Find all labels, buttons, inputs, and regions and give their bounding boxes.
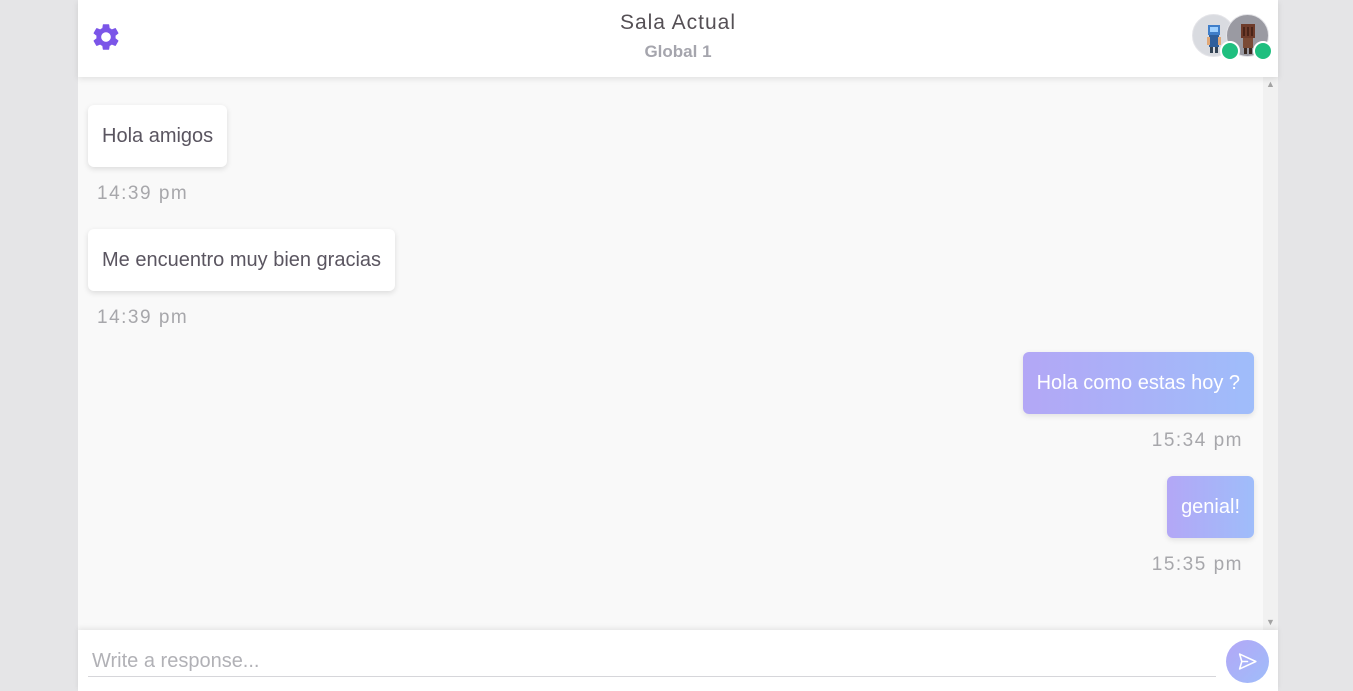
chat-window: Sala Actual Global 1 Hola amigos 14:39 p… (78, 0, 1278, 691)
message-item: Me encuentro muy bien gracias 14:39 pm (88, 229, 1254, 329)
message-time: 14:39 pm (97, 307, 189, 328)
message-input[interactable] (88, 647, 1216, 677)
send-icon (1238, 653, 1257, 670)
scroll-up-icon[interactable]: ▲ (1266, 80, 1275, 89)
message-item: Hola amigos 14:39 pm (88, 105, 1254, 205)
online-users (1192, 14, 1273, 62)
room-name: Global 1 (644, 42, 712, 61)
message-composer (78, 630, 1278, 691)
online-status-dot (1220, 41, 1240, 61)
message-scrollbar[interactable]: ▲ ▼ (1263, 77, 1278, 630)
message-bubble: Me encuentro muy bien gracias (88, 229, 396, 291)
message-bubble: Hola amigos (88, 105, 228, 167)
message-time: 15:35 pm (1151, 554, 1243, 575)
message-time: 14:39 pm (97, 183, 189, 204)
message-item: genial! 15:35 pm (88, 476, 1254, 576)
message-list: Hola amigos 14:39 pm Me encuentro muy bi… (78, 77, 1263, 630)
send-button[interactable] (1226, 640, 1269, 683)
scroll-down-icon[interactable]: ▼ (1266, 618, 1275, 627)
chat-header: Sala Actual Global 1 (78, 0, 1278, 77)
online-status-dot (1253, 41, 1273, 61)
room-title: Sala Actual (619, 11, 737, 34)
room-info: Sala Actual Global 1 (78, 9, 1278, 65)
message-bubble: genial! (1167, 476, 1254, 538)
message-item: Hola como estas hoy ? 15:34 pm (88, 352, 1254, 452)
message-time: 15:34 pm (1151, 430, 1243, 451)
message-bubble: Hola como estas hoy ? (1022, 352, 1254, 414)
